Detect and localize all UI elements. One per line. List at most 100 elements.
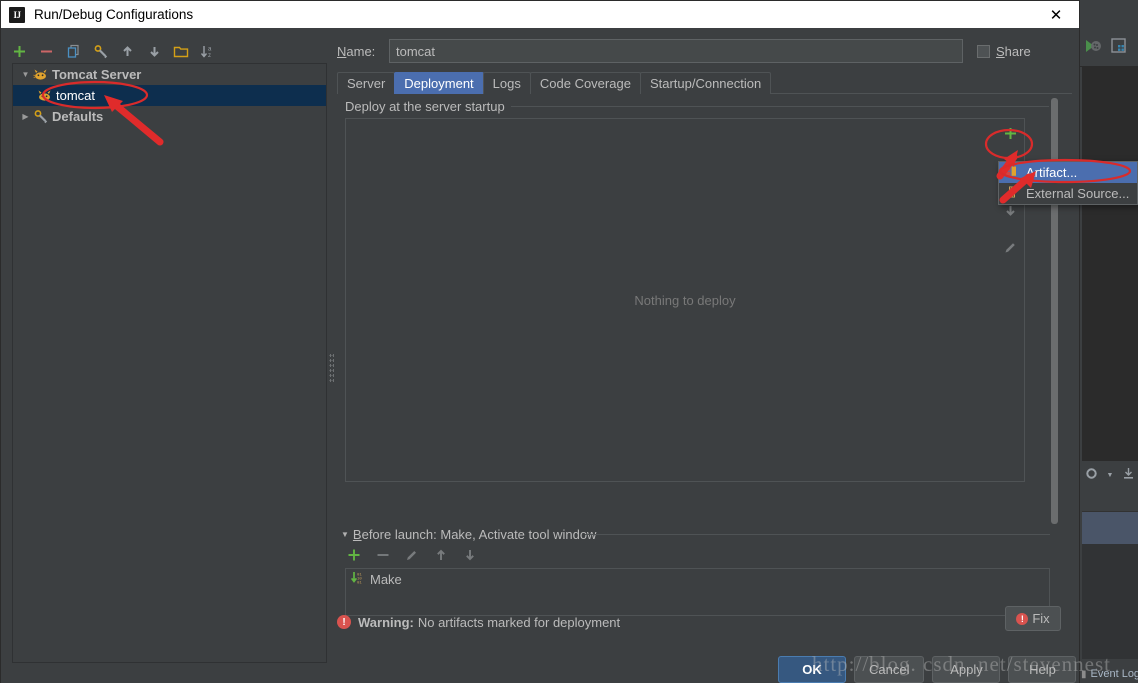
deploy-group-label: Deploy at the server startup	[345, 99, 511, 114]
ide-toolbar	[1078, 26, 1138, 67]
intellij-logo-icon: IJ	[9, 6, 25, 23]
dialog-button-bar: OK Cancel Apply Help	[778, 655, 1077, 683]
tab-label: Code Coverage	[539, 76, 631, 91]
name-row: Name: Share	[337, 38, 1072, 64]
tree-node-label: Defaults	[52, 109, 104, 124]
run-with-coverage-icon[interactable]	[1084, 37, 1102, 55]
make-build-icon: 01 10 01	[350, 571, 365, 588]
ide-tool-window-row	[1082, 487, 1138, 512]
tomcat-icon	[36, 88, 52, 104]
tab-logs[interactable]: Logs	[482, 72, 531, 94]
event-log-icon: ▮	[1081, 668, 1087, 680]
tab-deployment[interactable]: Deployment	[394, 72, 484, 94]
button-label: Cancel	[869, 661, 910, 677]
dialog-body: a z ▼ Tomcat Server tomcat ▶ Defaults Na…	[1, 28, 1079, 683]
ide-selected-row	[1082, 512, 1138, 544]
remove-configuration-button[interactable]	[34, 39, 58, 63]
button-label: OK	[802, 661, 822, 677]
apply-button[interactable]: Apply	[932, 655, 1001, 683]
wrench-icon	[32, 109, 48, 125]
configurations-tree[interactable]: ▼ Tomcat Server tomcat ▶ Defaults	[12, 63, 327, 663]
gear-icon[interactable]	[1085, 467, 1098, 483]
warning-icon: !	[337, 615, 351, 629]
tab-server[interactable]: Server	[337, 72, 396, 94]
before-launch-label: Before launch: Make, Activate tool windo…	[352, 527, 597, 542]
copy-configuration-button[interactable]	[61, 39, 85, 63]
configurations-toolbar: a z	[7, 38, 317, 64]
warning-message: No artifacts marked for deployment	[417, 614, 621, 630]
edit-defaults-wrench-icon[interactable]	[88, 39, 112, 63]
artifact-icon	[1005, 164, 1019, 181]
add-configuration-button[interactable]	[7, 39, 31, 63]
ide-editor-area	[1082, 66, 1138, 461]
menu-item-label: Artifact...	[1026, 165, 1078, 180]
ide-lower-panel	[1082, 544, 1138, 659]
tab-startup-connection[interactable]: Startup/Connection	[639, 72, 772, 94]
tabs-filler	[770, 73, 1072, 94]
event-log-label[interactable]: Event Log	[1091, 668, 1138, 680]
menu-item-label: External Source...	[1026, 186, 1130, 201]
chevron-right-icon[interactable]: ▶	[19, 110, 32, 123]
menu-item-artifact[interactable]: Artifact...	[999, 162, 1137, 183]
add-deployment-popup-menu[interactable]: Artifact... External Source...	[998, 161, 1138, 205]
empty-state-text: Nothing to deploy	[634, 292, 736, 308]
ok-button[interactable]: OK	[778, 655, 846, 683]
task-label: Make	[370, 572, 402, 587]
add-deployment-button[interactable]	[1000, 123, 1020, 143]
chevron-down-icon[interactable]: ▼	[1107, 472, 1114, 479]
help-button[interactable]: Help	[1008, 655, 1077, 683]
close-icon[interactable]: ✕	[1033, 1, 1079, 28]
maven-projects-icon[interactable]	[1110, 37, 1128, 55]
tomcat-icon	[32, 67, 48, 83]
task-move-down-button[interactable]	[461, 546, 479, 564]
tab-code-coverage[interactable]: Code Coverage	[529, 72, 641, 94]
checkbox-box[interactable]	[977, 44, 990, 58]
tree-node-defaults[interactable]: ▶ Defaults	[13, 106, 326, 127]
share-label: Share	[996, 43, 1031, 59]
run-debug-configurations-dialog: IJ Run/Debug Configurations ✕ a z ▼ Tomc…	[0, 0, 1080, 683]
configuration-tabs: Server Deployment Logs Code Coverage Sta…	[337, 72, 1072, 94]
fix-label: Fix	[1032, 611, 1050, 626]
name-input[interactable]	[389, 39, 963, 63]
ide-status-bar: ▮ Event Log	[1078, 665, 1138, 683]
tree-node-tomcat-server[interactable]: ▼ Tomcat Server	[13, 64, 326, 85]
warning-row: ! Warning: No artifacts marked for deplo…	[337, 610, 1072, 634]
chevron-down-icon[interactable]: ▼	[19, 68, 32, 81]
share-checkbox[interactable]: Share	[977, 44, 1031, 59]
before-launch-separator	[585, 534, 1050, 535]
svg-text:a: a	[208, 46, 212, 52]
move-down-button[interactable]	[142, 39, 166, 63]
button-label: Apply	[950, 661, 983, 677]
list-item[interactable]: 01 10 01 Make	[346, 569, 1049, 590]
chevron-down-icon[interactable]: ▼	[341, 530, 349, 539]
deployment-list[interactable]: Nothing to deploy	[345, 118, 1025, 482]
before-launch-task-list[interactable]: 01 10 01 Make	[345, 568, 1050, 616]
collapse-all-icon[interactable]	[1122, 467, 1135, 483]
edit-deployment-button[interactable]	[1000, 237, 1020, 257]
warning-prefix: Warning:	[358, 614, 414, 630]
fix-button[interactable]: ! Fix	[1005, 606, 1061, 631]
button-label: Help	[1029, 661, 1056, 677]
sort-configurations-button[interactable]: a z	[196, 39, 220, 63]
tab-label: Deployment	[404, 76, 474, 91]
splitter-handle[interactable]	[329, 353, 334, 383]
create-folder-button[interactable]	[169, 39, 193, 63]
tree-node-tomcat[interactable]: tomcat	[13, 85, 326, 106]
external-source-icon	[1005, 185, 1019, 202]
tab-label: Logs	[492, 76, 521, 91]
menu-item-external-source[interactable]: External Source...	[999, 183, 1137, 204]
edit-task-button[interactable]	[403, 546, 421, 564]
dialog-title: Run/Debug Configurations	[34, 7, 194, 22]
move-up-button[interactable]	[115, 39, 139, 63]
task-move-up-button[interactable]	[432, 546, 450, 564]
cancel-button[interactable]: Cancel	[854, 655, 925, 683]
dialog-title-bar: IJ Run/Debug Configurations ✕	[1, 1, 1079, 28]
tab-label: Server	[347, 76, 386, 91]
before-launch-toolbar	[345, 543, 479, 567]
add-task-button[interactable]	[345, 546, 363, 564]
warning-icon: !	[1016, 612, 1029, 625]
svg-text:01: 01	[357, 582, 362, 585]
tab-label: Startup/Connection	[649, 76, 762, 91]
remove-task-button[interactable]	[374, 546, 392, 564]
before-launch-header[interactable]: ▼ Before launch: Make, Activate tool win…	[341, 527, 596, 542]
